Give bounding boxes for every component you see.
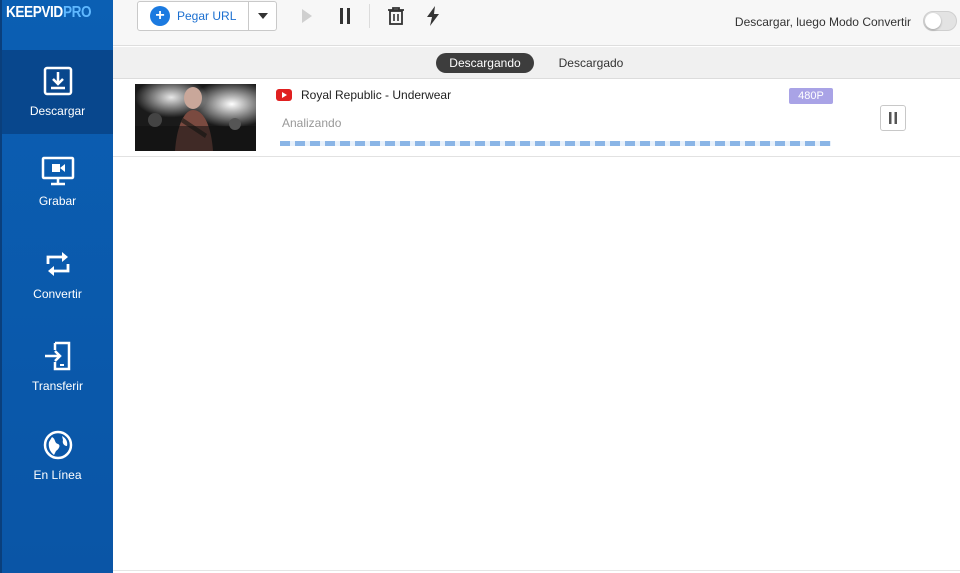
lightning-icon xyxy=(427,6,439,26)
chevron-down-icon xyxy=(257,13,268,19)
sidebar-item-label: Convertir xyxy=(33,287,82,301)
app-window: KEEPVID PRO Descargar Grabar Convertir T… xyxy=(0,0,960,573)
paste-url-label: Pegar URL xyxy=(177,9,237,23)
transfer-icon xyxy=(41,339,75,373)
sidebar-item-grabar[interactable]: Grabar xyxy=(2,140,113,224)
status-divider xyxy=(113,570,960,571)
download-then-convert-label: Descargar, luego Modo Convertir xyxy=(734,15,911,29)
sidebar-item-transferir[interactable]: Transferir xyxy=(2,325,113,409)
resume-button[interactable] xyxy=(294,4,320,28)
download-icon xyxy=(41,64,75,98)
play-icon xyxy=(302,9,312,23)
trash-icon xyxy=(388,7,404,25)
toolbar: + Pegar URL Descargar, luego Modo Conver… xyxy=(113,0,960,46)
brand-sub: PRO xyxy=(62,4,92,21)
globe-icon xyxy=(41,428,75,462)
progress-bar xyxy=(280,141,831,146)
turbo-button[interactable] xyxy=(420,4,446,28)
convert-icon xyxy=(41,247,75,281)
pause-all-button[interactable] xyxy=(332,4,358,28)
youtube-icon xyxy=(276,89,292,101)
sidebar-item-descargar[interactable]: Descargar xyxy=(2,50,113,134)
download-row[interactable]: Royal Republic - Underwear Analizando 48… xyxy=(113,79,960,157)
download-list: Royal Republic - Underwear Analizando 48… xyxy=(113,79,960,573)
sidebar-item-en-linea[interactable]: En Línea xyxy=(2,414,113,498)
sidebar-item-label: Grabar xyxy=(38,194,77,208)
download-then-convert-toggle[interactable] xyxy=(923,11,957,31)
paste-url-button-group: + Pegar URL xyxy=(137,1,277,31)
sidebar-item-label: En Línea xyxy=(33,468,82,482)
sidebar-item-label: Descargar xyxy=(29,104,86,118)
plus-circle-icon: + xyxy=(150,6,170,26)
tab-descargado[interactable]: Descargado xyxy=(551,53,631,73)
brand-main: KEEPVID xyxy=(6,4,63,21)
pause-icon xyxy=(889,112,897,124)
download-tabs: Descargando Descargado xyxy=(113,47,960,79)
video-title: Royal Republic - Underwear xyxy=(301,88,452,102)
paste-url-dropdown[interactable] xyxy=(249,2,276,30)
record-screen-icon xyxy=(41,154,75,188)
download-status: Analizando xyxy=(282,116,342,130)
toggle-knob xyxy=(925,13,941,29)
paste-url-button[interactable]: + Pegar URL xyxy=(138,2,250,30)
app-logo: KEEPVID PRO xyxy=(6,4,96,24)
toolbar-divider xyxy=(369,4,370,28)
delete-button[interactable] xyxy=(383,4,409,28)
video-thumbnail xyxy=(135,84,256,151)
pause-icon xyxy=(340,8,350,24)
quality-badge: 480P xyxy=(789,88,833,104)
tab-descargando[interactable]: Descargando xyxy=(436,53,534,73)
sidebar-item-label: Transferir xyxy=(32,379,83,393)
sidebar-item-convertir[interactable]: Convertir xyxy=(2,233,113,317)
pause-download-button[interactable] xyxy=(880,105,906,131)
sidebar: KEEPVID PRO Descargar Grabar Convertir T… xyxy=(0,0,113,573)
